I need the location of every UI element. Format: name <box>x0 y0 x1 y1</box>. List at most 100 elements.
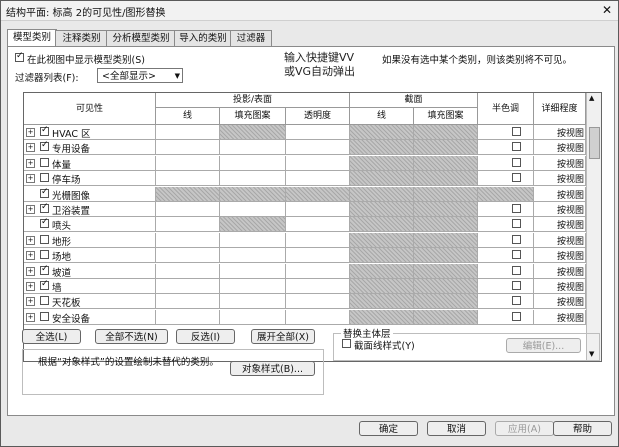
table-cell[interactable] <box>414 294 478 309</box>
visibility-checkbox[interactable] <box>40 279 49 290</box>
table-cell[interactable] <box>350 186 414 201</box>
expand-icon[interactable]: + <box>26 158 35 168</box>
visibility-checkbox[interactable] <box>40 250 49 260</box>
table-cell[interactable] <box>220 279 286 293</box>
detail-level-value[interactable]: 按视图 <box>557 141 584 154</box>
table-row[interactable]: + 停车场 按视图 <box>24 171 586 187</box>
table-cell[interactable] <box>220 140 286 155</box>
halftone-checkbox[interactable] <box>512 234 521 244</box>
table-cell[interactable] <box>156 248 220 263</box>
visibility-checkbox[interactable] <box>40 264 49 275</box>
table-cell[interactable] <box>478 125 534 139</box>
table-row[interactable]: + HVAC 区 按视图 <box>24 125 586 140</box>
table-cell[interactable] <box>350 263 414 278</box>
table-cell[interactable] <box>286 279 350 293</box>
table-cell[interactable] <box>414 186 478 201</box>
select-none-button[interactable]: 全部不选(N) <box>95 329 168 344</box>
scroll-up-icon[interactable]: ▲ <box>589 94 594 102</box>
table-row[interactable]: 光栅图像 按视图 <box>24 186 586 202</box>
visibility-checkbox[interactable] <box>40 187 49 198</box>
table-cell[interactable] <box>156 202 220 216</box>
table-cell[interactable] <box>414 140 478 155</box>
filter-list-dropdown[interactable]: <全部显示> ▼ <box>97 68 183 83</box>
table-cell[interactable] <box>414 155 478 170</box>
table-row[interactable]: + 体量 按视图 <box>24 155 586 171</box>
table-row[interactable]: + 安全设备 按视图 <box>24 309 586 325</box>
tab-annotation-categories[interactable]: 注释类别 <box>55 30 108 46</box>
table-cell[interactable] <box>286 232 350 247</box>
table-cell[interactable] <box>414 125 478 139</box>
expand-icon[interactable]: + <box>26 297 35 307</box>
table-cell[interactable] <box>220 217 286 232</box>
table-cell[interactable] <box>156 155 220 170</box>
table-cell[interactable] <box>414 171 478 186</box>
table-cell[interactable] <box>286 248 350 263</box>
visibility-checkbox[interactable] <box>40 296 49 306</box>
table-cell[interactable] <box>156 140 220 155</box>
table-row[interactable]: 喷头 按视图 <box>24 217 586 233</box>
detail-level-value[interactable]: 按视图 <box>557 311 584 324</box>
table-cell[interactable] <box>478 309 534 324</box>
detail-level-value[interactable]: 按视图 <box>557 280 584 293</box>
vertical-scrollbar[interactable]: ▲ ▼ <box>586 93 601 361</box>
table-cell[interactable] <box>350 294 414 309</box>
halftone-checkbox[interactable] <box>512 281 521 290</box>
detail-level-value[interactable]: 按视图 <box>557 172 584 185</box>
tab-analytical-model-categories[interactable]: 分析模型类别 <box>106 30 176 46</box>
expand-icon[interactable]: + <box>26 282 35 291</box>
expand-icon[interactable]: + <box>26 128 35 137</box>
table-cell[interactable] <box>414 232 478 247</box>
expand-icon[interactable]: + <box>26 251 35 261</box>
detail-level-value[interactable]: 按视图 <box>557 126 584 139</box>
invert-selection-button[interactable]: 反选(I) <box>176 329 235 344</box>
expand-icon[interactable]: + <box>26 235 35 245</box>
detail-level-value[interactable]: 按视图 <box>557 265 584 278</box>
visibility-checkbox[interactable] <box>40 140 49 152</box>
table-cell[interactable] <box>414 279 478 293</box>
halftone-checkbox[interactable] <box>512 311 521 321</box>
table-row[interactable]: + 地形 按视图 <box>24 232 586 248</box>
table-cell[interactable] <box>286 294 350 309</box>
table-cell[interactable] <box>350 279 414 293</box>
edit-button[interactable]: 编辑(E)... <box>506 338 581 353</box>
table-cell[interactable] <box>478 140 534 155</box>
halftone-checkbox[interactable] <box>512 127 521 136</box>
expand-icon[interactable]: + <box>26 205 35 214</box>
table-cell[interactable] <box>156 125 220 139</box>
table-row[interactable]: + 场地 按视图 <box>24 248 586 264</box>
expand-icon[interactable]: + <box>26 266 35 276</box>
table-cell[interactable] <box>350 155 414 170</box>
cut-line-style-checkbox[interactable] <box>342 339 351 348</box>
table-cell[interactable] <box>220 232 286 247</box>
table-cell[interactable] <box>156 309 220 324</box>
table-cell[interactable] <box>350 125 414 139</box>
halftone-checkbox[interactable] <box>512 296 521 306</box>
table-cell[interactable] <box>414 248 478 263</box>
apply-button[interactable]: 应用(A) <box>495 421 554 436</box>
table-cell[interactable] <box>220 125 286 139</box>
halftone-checkbox[interactable] <box>512 173 521 183</box>
table-cell[interactable] <box>220 294 286 309</box>
visibility-checkbox[interactable] <box>40 125 49 136</box>
tab-imported-categories[interactable]: 导入的类别 <box>174 30 232 46</box>
visibility-checkbox[interactable] <box>40 311 49 321</box>
table-cell[interactable] <box>156 294 220 309</box>
table-cell[interactable] <box>414 309 478 324</box>
table-row[interactable]: + 卫浴装置 按视图 <box>24 202 586 217</box>
table-cell[interactable] <box>478 217 534 232</box>
table-cell[interactable] <box>286 309 350 324</box>
table-cell[interactable] <box>220 155 286 170</box>
expand-icon[interactable]: + <box>26 312 35 322</box>
table-cell[interactable] <box>414 202 478 216</box>
table-cell[interactable] <box>156 279 220 293</box>
detail-level-value[interactable]: 按视图 <box>557 295 584 308</box>
table-cell[interactable] <box>286 202 350 216</box>
table-cell[interactable] <box>156 232 220 247</box>
ok-button[interactable]: 确定 <box>359 421 418 436</box>
table-cell[interactable] <box>478 263 534 278</box>
table-cell[interactable] <box>350 217 414 232</box>
visibility-checkbox[interactable] <box>40 217 49 229</box>
table-row[interactable]: + 专用设备 按视图 <box>24 140 586 156</box>
table-cell[interactable] <box>350 171 414 186</box>
detail-level-value[interactable]: 按视图 <box>557 157 584 170</box>
